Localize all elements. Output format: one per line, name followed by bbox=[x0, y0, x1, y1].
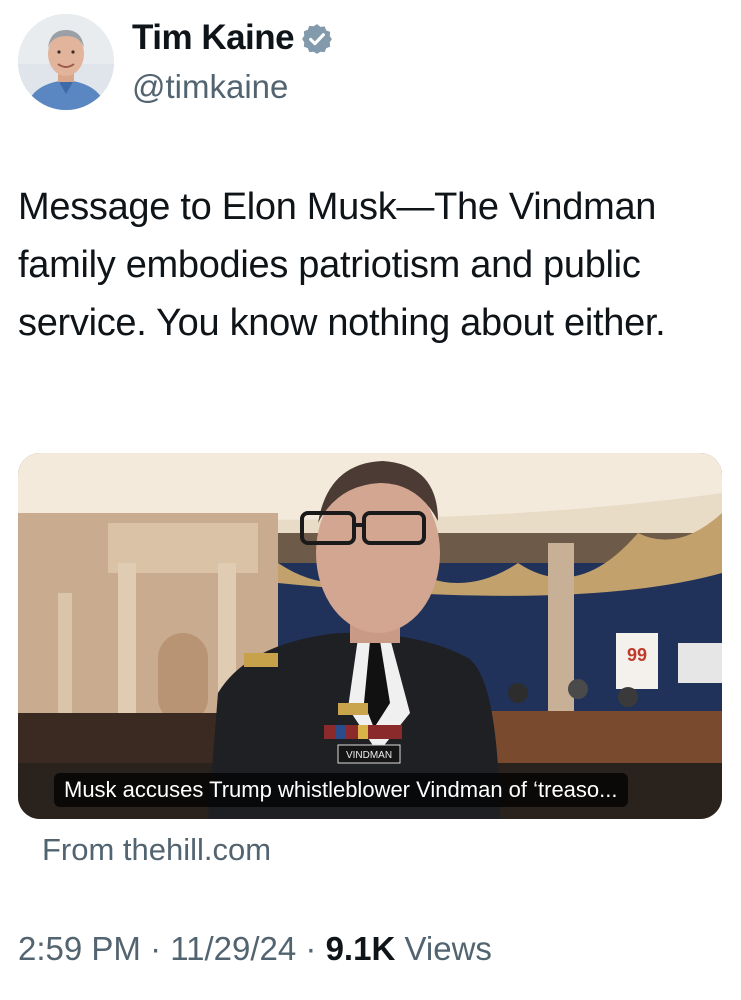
link-source[interactable]: From thehill.com bbox=[42, 832, 271, 868]
tweet-date[interactable]: 11/29/24 bbox=[170, 930, 296, 967]
author-name-row[interactable]: Tim Kaine bbox=[132, 18, 334, 58]
link-card[interactable]: 99 VINDMAN Musk accuses Trump whistleblo… bbox=[18, 453, 722, 819]
tweet-text: Message to Elon Musk—The Vindman family … bbox=[18, 186, 666, 344]
uniform-nameplate: VINDMAN bbox=[346, 750, 392, 761]
verified-badge-icon bbox=[302, 24, 333, 54]
sign-number: 99 bbox=[627, 645, 647, 665]
author-handle[interactable]: @timkaine bbox=[132, 68, 288, 106]
author-display-name[interactable]: Tim Kaine bbox=[132, 18, 295, 58]
views-label: Views bbox=[395, 930, 492, 967]
separator: · bbox=[140, 930, 171, 967]
tweet-time[interactable]: 2:59 PM bbox=[18, 930, 141, 967]
separator: · bbox=[296, 930, 326, 967]
link-card-caption[interactable]: Musk accuses Trump whistleblower Vindman… bbox=[54, 773, 628, 807]
tweet-metadata: 2:59 PM · 11/29/24 · 9.1K Views bbox=[18, 930, 492, 968]
views-count[interactable]: 9.1K bbox=[326, 930, 396, 967]
link-card-image: 99 VINDMAN bbox=[18, 453, 722, 819]
avatar[interactable] bbox=[18, 14, 114, 110]
profile-photo bbox=[18, 14, 114, 110]
